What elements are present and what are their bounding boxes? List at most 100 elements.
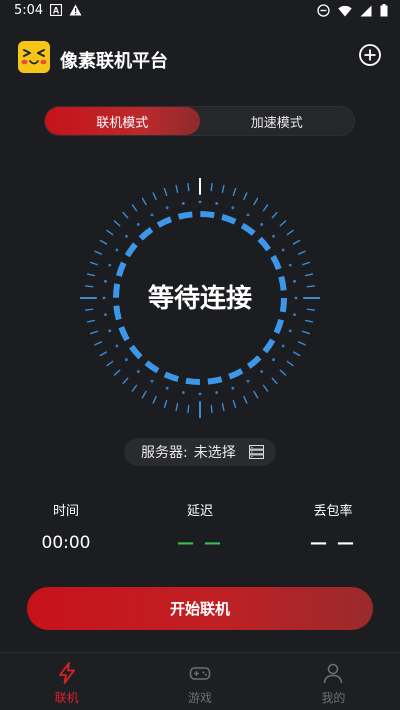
warning-icon <box>69 4 82 16</box>
tab-accelerate-mode[interactable]: 加速模式 <box>200 107 355 135</box>
bottom-nav: 联机 游戏 我的 <box>0 652 400 710</box>
status-time: 5:04 <box>14 3 44 18</box>
dial-tick <box>122 211 129 219</box>
start-connect-button[interactable]: 开始联机 <box>27 587 373 630</box>
do-not-disturb-icon <box>317 4 330 17</box>
dial-dot <box>108 329 112 333</box>
dial-tick <box>292 239 301 245</box>
stat-latency-value: — — <box>177 533 223 553</box>
dial-tick <box>86 319 96 323</box>
dial-dot <box>272 234 275 238</box>
dial-tick <box>163 187 168 196</box>
dial-tick <box>297 250 306 255</box>
dial-tick <box>175 402 179 412</box>
dial-tick <box>113 220 121 227</box>
dial-tick <box>292 351 301 357</box>
dial-dot <box>136 223 140 226</box>
dial-tick <box>113 369 121 376</box>
dial-tick <box>232 187 237 196</box>
dial-dot <box>288 263 292 267</box>
dial-tick <box>86 273 96 277</box>
tab-online-mode[interactable]: 联机模式 <box>45 107 200 135</box>
dial-dot <box>108 263 112 267</box>
dial-dot <box>231 206 235 210</box>
dial-tick <box>131 384 138 392</box>
dial-tick <box>304 319 314 323</box>
dial-tick <box>271 377 278 385</box>
dial-tick <box>286 229 294 236</box>
app-screen: 5:04 A 像素联机平台 联机模式 加速模式 等待连接 服务器: 未选择 时间… <box>0 0 400 710</box>
dial-tick <box>131 204 138 212</box>
dial-tick <box>221 402 225 412</box>
dial-tick <box>106 360 114 367</box>
dial-tick <box>187 182 190 192</box>
dial-tick <box>210 182 213 192</box>
gamepad-icon <box>189 667 211 680</box>
add-circle-icon[interactable] <box>358 43 382 67</box>
dial-tick <box>187 404 190 414</box>
dial-tick <box>232 400 237 409</box>
server-value: 未选择 <box>193 445 236 461</box>
dial-dot <box>198 200 202 204</box>
status-left-icons: A <box>50 4 82 16</box>
server-selector[interactable]: 服务器: 未选择 <box>124 438 276 466</box>
dial-tick <box>286 360 294 367</box>
server-list-icon <box>249 445 264 459</box>
nav-item-connect[interactable]: 联机 <box>0 653 133 710</box>
nav-item-games[interactable]: 游戏 <box>133 653 266 710</box>
dial-tick <box>141 197 147 206</box>
dial-dot <box>125 234 128 238</box>
dial-dot <box>260 370 264 373</box>
dial-dot <box>181 391 185 394</box>
dial-tick <box>304 273 314 277</box>
dial-tick <box>152 395 157 404</box>
dial-dot <box>281 344 285 348</box>
dial-dot <box>136 370 140 373</box>
dial-tick <box>152 192 157 201</box>
battery-icon <box>380 4 388 17</box>
dial-dot <box>165 206 169 210</box>
dial-dot <box>246 379 250 383</box>
dial-tick <box>94 341 103 346</box>
dial-dot <box>198 392 202 396</box>
stat-packet-loss-value: — — <box>310 533 356 553</box>
dial-dot <box>215 202 219 205</box>
dial-tick <box>89 330 98 335</box>
dial-tick <box>122 377 129 385</box>
notification-a-icon: A <box>50 4 62 16</box>
dial-dot <box>260 223 264 226</box>
dial-tick <box>243 395 248 404</box>
dial-tick <box>297 341 306 346</box>
dial-tick <box>302 261 311 266</box>
dial-dot <box>288 329 292 333</box>
dial-dot <box>150 213 154 217</box>
dial-tick <box>99 351 108 357</box>
stat-time-value: 00:00 <box>41 533 91 553</box>
stat-time: 时间 00:00 <box>16 500 116 555</box>
stat-time-label: 时间 <box>52 504 79 519</box>
dial-tick <box>106 229 114 236</box>
dial-tick <box>279 369 287 376</box>
dial-tick <box>210 404 213 414</box>
stat-latency: 延迟 — — <box>150 500 250 555</box>
dial-dot <box>125 358 128 362</box>
nav-label-profile: 我的 <box>321 691 346 705</box>
dial-dot <box>165 386 169 390</box>
dial-tick <box>279 220 287 227</box>
status-bar: 5:04 A <box>0 0 400 24</box>
nav-item-profile[interactable]: 我的 <box>267 653 400 710</box>
dial-tick <box>221 184 225 194</box>
dial-tick <box>253 390 259 399</box>
connection-status-text: 等待连接 <box>147 284 252 314</box>
lightning-icon <box>58 662 75 684</box>
mode-tabs: 联机模式 加速模式 <box>44 106 355 136</box>
dial-dot <box>281 248 285 252</box>
stat-latency-label: 延迟 <box>186 504 213 519</box>
dial-dot <box>150 379 154 383</box>
server-label: 服务器: <box>141 445 188 461</box>
person-icon <box>324 663 343 684</box>
wifi-icon <box>338 5 352 17</box>
dial-dot <box>115 344 119 348</box>
dial-dot <box>181 202 185 205</box>
svg-text:A: A <box>53 6 60 16</box>
